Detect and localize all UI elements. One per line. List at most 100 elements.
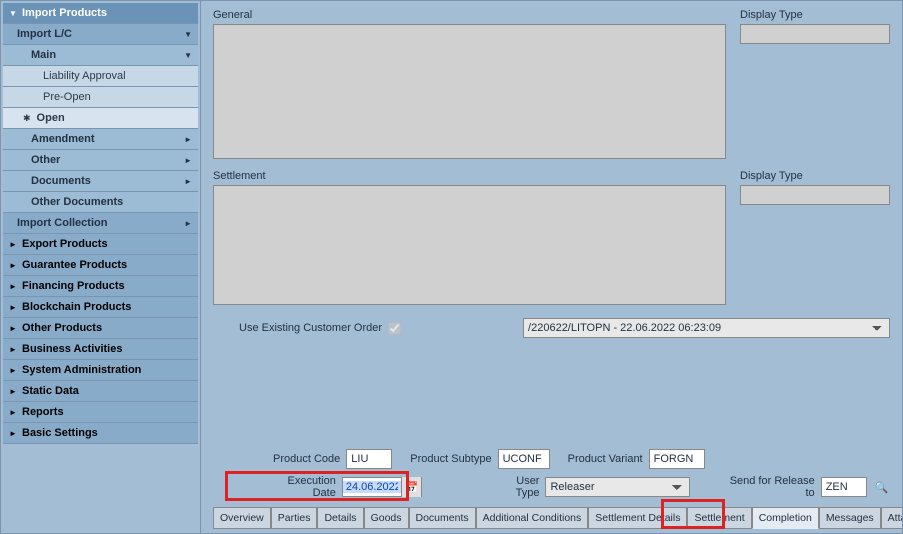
chevron-right-icon (9, 345, 17, 354)
nav-import-lc[interactable]: Import L/C (3, 24, 198, 45)
nav-import-products[interactable]: Import Products (3, 3, 198, 24)
nav-label: Reports (22, 406, 64, 418)
nav-label: Open (37, 112, 65, 124)
product-subtype-label: Product Subtype (410, 453, 491, 465)
tab-details[interactable]: Details (317, 507, 363, 529)
settlement-display-type-input[interactable] (740, 185, 890, 205)
chevron-right-icon (9, 324, 17, 333)
nav-label: Pre-Open (43, 91, 91, 103)
chevron-right-icon (9, 240, 17, 249)
chevron-right-icon (9, 261, 17, 270)
tab-overview[interactable]: Overview (213, 507, 271, 529)
nav-basic-settings[interactable]: Basic Settings (3, 423, 198, 444)
general-textarea[interactable] (213, 24, 726, 159)
nav-label: Other Products (22, 322, 102, 334)
chevron-right-icon (184, 219, 192, 228)
nav-label: Business Activities (22, 343, 122, 355)
nav-other[interactable]: Other (3, 150, 198, 171)
display-type-label-2: Display Type (740, 170, 890, 182)
nav-import-collection[interactable]: Import Collection (3, 213, 198, 234)
exec-fields-row: Execution Date 📅 User Type Releaser Send… (213, 475, 890, 499)
nav-other-documents[interactable]: Other Documents (3, 192, 198, 213)
tabs-bar: Overview Parties Details Goods Documents… (213, 507, 890, 529)
general-row: General Display Type (213, 9, 890, 162)
user-type-select[interactable]: Releaser (545, 477, 690, 497)
chevron-right-icon (184, 156, 192, 165)
nav-reports[interactable]: Reports (3, 402, 198, 423)
product-fields-row: Product Code Product Subtype Product Var… (213, 449, 890, 469)
tab-attachments[interactable]: Attachments (881, 507, 902, 529)
existing-order-select[interactable]: /220622/LITOPN - 22.06.2022 06:23:09 (523, 318, 890, 338)
product-code-input[interactable] (346, 449, 392, 469)
nav-label: Static Data (22, 385, 79, 397)
nav-documents[interactable]: Documents (3, 171, 198, 192)
execution-date-wrapper: 📅 (342, 477, 422, 497)
execution-date-input[interactable] (343, 481, 401, 493)
nav-export-products[interactable]: Export Products (3, 234, 198, 255)
general-label: General (213, 9, 726, 21)
send-for-release-input[interactable] (821, 477, 867, 497)
chevron-right-icon (9, 366, 17, 375)
chevron-right-icon (9, 387, 17, 396)
nav-liability-approval[interactable]: Liability Approval (3, 66, 198, 87)
chevron-down-icon (184, 30, 192, 39)
tab-additional-conditions[interactable]: Additional Conditions (476, 507, 589, 529)
nav-label: Import Products (22, 7, 107, 19)
main-panel: General Display Type Settlement Display … (201, 1, 902, 533)
settlement-label: Settlement (213, 170, 726, 182)
product-variant-input[interactable] (649, 449, 705, 469)
tab-settlement[interactable]: Settlement (687, 507, 751, 529)
chevron-down-icon (184, 51, 192, 60)
existing-order-row: Use Existing Customer Order /220622/LITO… (213, 318, 890, 338)
nav-label: Main (31, 49, 56, 61)
nav-label: Import L/C (17, 28, 72, 40)
user-type-label: User Type (492, 475, 540, 499)
search-button[interactable]: 🔍 (873, 478, 890, 496)
nav-financing-products[interactable]: Financing Products (3, 276, 198, 297)
display-type-label-1: Display Type (740, 9, 890, 21)
nav-pre-open[interactable]: Pre-Open (3, 87, 198, 108)
nav-system-administration[interactable]: System Administration (3, 360, 198, 381)
nav-main[interactable]: Main (3, 45, 198, 66)
tab-goods[interactable]: Goods (364, 507, 409, 529)
chevron-down-icon (9, 9, 17, 18)
chevron-right-icon (184, 177, 192, 186)
nav-label: Amendment (31, 133, 95, 145)
nav-guarantee-products[interactable]: Guarantee Products (3, 255, 198, 276)
nav-blockchain-products[interactable]: Blockchain Products (3, 297, 198, 318)
nav-label: System Administration (22, 364, 141, 376)
sidebar: Import Products Import L/C Main Liabilit… (1, 1, 201, 533)
execution-date-label: Execution Date (264, 475, 336, 499)
nav-label: Guarantee Products (22, 259, 127, 271)
star-icon (23, 112, 31, 124)
tab-completion[interactable]: Completion (752, 507, 819, 529)
nav-other-products[interactable]: Other Products (3, 318, 198, 339)
nav-label: Documents (31, 175, 91, 187)
nav-label: Other Documents (31, 196, 123, 208)
nav-label: Financing Products (22, 280, 125, 292)
nav-business-activities[interactable]: Business Activities (3, 339, 198, 360)
product-subtype-input[interactable] (498, 449, 550, 469)
tab-documents[interactable]: Documents (409, 507, 476, 529)
chevron-right-icon (9, 303, 17, 312)
settlement-textarea[interactable] (213, 185, 726, 305)
nav-label: Export Products (22, 238, 108, 250)
chevron-right-icon (9, 282, 17, 291)
nav-static-data[interactable]: Static Data (3, 381, 198, 402)
tab-settlement-details[interactable]: Settlement Details (588, 507, 687, 529)
general-display-type-input[interactable] (740, 24, 890, 44)
tab-messages[interactable]: Messages (819, 507, 881, 529)
tab-parties[interactable]: Parties (271, 507, 318, 529)
nav-label: Other (31, 154, 60, 166)
calendar-button[interactable]: 📅 (401, 477, 421, 497)
chevron-right-icon (9, 408, 17, 417)
nav-label: Liability Approval (43, 70, 126, 82)
settlement-row: Settlement Display Type (213, 170, 890, 308)
nav-open[interactable]: Open (3, 108, 198, 129)
chevron-right-icon (184, 135, 192, 144)
existing-order-label: Use Existing Customer Order (239, 322, 382, 334)
nav-label: Blockchain Products (22, 301, 131, 313)
existing-order-checkbox[interactable] (388, 322, 401, 335)
send-for-release-label: Send for Release to (721, 475, 814, 499)
nav-amendment[interactable]: Amendment (3, 129, 198, 150)
